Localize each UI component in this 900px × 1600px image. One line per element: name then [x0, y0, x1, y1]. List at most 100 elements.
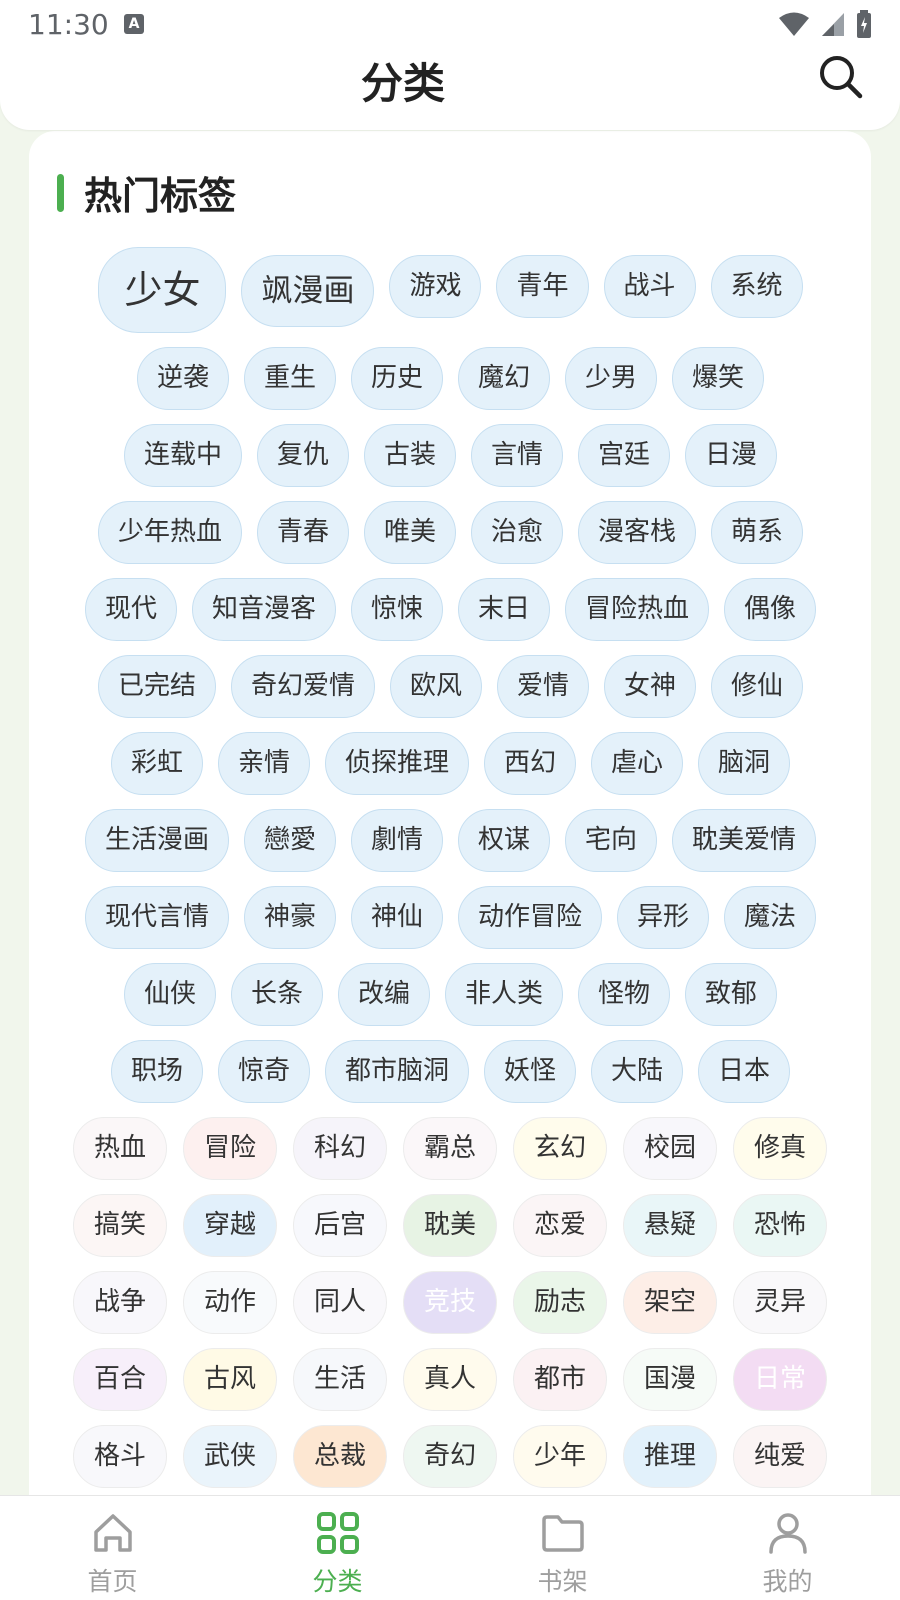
hot-tag[interactable]: 古装	[363, 424, 456, 487]
hot-tag[interactable]: 逆袭	[136, 347, 229, 410]
genre-tag[interactable]: 少年	[513, 1425, 607, 1488]
hot-tag[interactable]: 脑洞	[698, 732, 791, 795]
hot-tag[interactable]: 神仙	[350, 886, 443, 949]
hot-tag[interactable]: 生活漫画	[84, 809, 229, 872]
tab-user[interactable]: 我的	[675, 1496, 900, 1600]
genre-tag[interactable]: 推理	[623, 1425, 717, 1488]
hot-tag[interactable]: 飒漫画	[241, 255, 375, 327]
hot-tag[interactable]: 重生	[243, 347, 336, 410]
hot-tag[interactable]: 历史	[350, 347, 443, 410]
genre-tag[interactable]: 穿越	[183, 1194, 277, 1257]
genre-tag[interactable]: 国漫	[623, 1348, 717, 1411]
genre-tag[interactable]: 励志	[513, 1271, 607, 1334]
genre-tag[interactable]: 同人	[293, 1271, 387, 1334]
hot-tag[interactable]: 日漫	[685, 424, 778, 487]
genre-tag[interactable]: 玄幻	[513, 1117, 607, 1180]
tab-folder[interactable]: 书架	[450, 1496, 675, 1600]
genre-tag[interactable]: 灵异	[733, 1271, 827, 1334]
genre-tag[interactable]: 竞技	[403, 1271, 497, 1334]
hot-tag[interactable]: 耽美爱情	[672, 809, 817, 872]
hot-tag[interactable]: 怪物	[578, 963, 671, 1026]
genre-tag[interactable]: 总裁	[293, 1425, 387, 1488]
hot-tag[interactable]: 魔法	[724, 886, 817, 949]
hot-tag[interactable]: 宅向	[565, 809, 658, 872]
hot-tag[interactable]: 权谋	[458, 809, 551, 872]
hot-tag[interactable]: 动作冒险	[458, 886, 603, 949]
hot-tag[interactable]: 日本	[698, 1040, 791, 1103]
genre-tag[interactable]: 格斗	[73, 1425, 167, 1488]
hot-tag[interactable]: 惊悚	[350, 578, 443, 641]
hot-tag[interactable]: 复仇	[256, 424, 349, 487]
hot-tag[interactable]: 战斗	[603, 255, 696, 318]
hot-tag[interactable]: 魔幻	[458, 347, 551, 410]
genre-tag[interactable]: 悬疑	[623, 1194, 717, 1257]
hot-tag[interactable]: 仙侠	[123, 963, 216, 1026]
hot-tag[interactable]: 长条	[230, 963, 323, 1026]
genre-tag[interactable]: 生活	[293, 1348, 387, 1411]
genre-tag[interactable]: 百合	[73, 1348, 167, 1411]
tab-grid[interactable]: 分类	[225, 1496, 450, 1600]
hot-tag[interactable]: 偶像	[724, 578, 817, 641]
hot-tag[interactable]: 修仙	[711, 655, 804, 718]
hot-tag[interactable]: 少男	[565, 347, 658, 410]
search-button[interactable]	[816, 52, 866, 102]
genre-tag[interactable]: 动作	[183, 1271, 277, 1334]
hot-tag[interactable]: 现代言情	[84, 886, 229, 949]
hot-tag[interactable]: 少女	[98, 247, 227, 333]
hot-tag[interactable]: 治愈	[471, 501, 564, 564]
hot-tag[interactable]: 冒险热血	[565, 578, 710, 641]
hot-tag[interactable]: 少年热血	[97, 501, 242, 564]
hot-tag[interactable]: 非人类	[445, 963, 564, 1026]
hot-tag[interactable]: 大陆	[591, 1040, 684, 1103]
hot-tag[interactable]: 漫客栈	[578, 501, 697, 564]
hot-tag[interactable]: 系统	[710, 255, 803, 318]
genre-tag[interactable]: 科幻	[293, 1117, 387, 1180]
genre-tag[interactable]: 恐怖	[733, 1194, 827, 1257]
genre-tag[interactable]: 热血	[73, 1117, 167, 1180]
genre-tag[interactable]: 真人	[403, 1348, 497, 1411]
hot-tag[interactable]: 连载中	[123, 424, 242, 487]
genre-tag[interactable]: 奇幻	[403, 1425, 497, 1488]
hot-tag[interactable]: 已完结	[97, 655, 216, 718]
hot-tag[interactable]: 侦探推理	[324, 732, 469, 795]
genre-tag[interactable]: 霸总	[403, 1117, 497, 1180]
genre-tag[interactable]: 修真	[733, 1117, 827, 1180]
genre-tag[interactable]: 都市	[513, 1348, 607, 1411]
genre-tag[interactable]: 架空	[623, 1271, 717, 1334]
hot-tag[interactable]: 神豪	[243, 886, 336, 949]
genre-tag[interactable]: 日常	[733, 1348, 827, 1411]
hot-tag[interactable]: 宫廷	[578, 424, 671, 487]
genre-tag[interactable]: 搞笑	[73, 1194, 167, 1257]
genre-tag[interactable]: 战争	[73, 1271, 167, 1334]
genre-tag[interactable]: 纯爱	[733, 1425, 827, 1488]
hot-tag[interactable]: 知音漫客	[191, 578, 336, 641]
hot-tag[interactable]: 爆笑	[672, 347, 765, 410]
genre-tag[interactable]: 古风	[183, 1348, 277, 1411]
hot-tag[interactable]: 萌系	[711, 501, 804, 564]
hot-tag[interactable]: 劇情	[350, 809, 443, 872]
hot-tag[interactable]: 青春	[256, 501, 349, 564]
hot-tag[interactable]: 异形	[617, 886, 710, 949]
hot-tag[interactable]: 现代	[84, 578, 177, 641]
hot-tag[interactable]: 职场	[110, 1040, 203, 1103]
hot-tag[interactable]: 改编	[337, 963, 430, 1026]
hot-tag[interactable]: 致郁	[685, 963, 778, 1026]
hot-tag[interactable]: 游戏	[389, 255, 482, 318]
hot-tag[interactable]: 戀愛	[243, 809, 336, 872]
hot-tag[interactable]: 惊奇	[217, 1040, 310, 1103]
hot-tag[interactable]: 末日	[458, 578, 551, 641]
tab-home[interactable]: 首页	[0, 1496, 225, 1600]
genre-tag[interactable]: 耽美	[403, 1194, 497, 1257]
genre-tag[interactable]: 校园	[623, 1117, 717, 1180]
hot-tag[interactable]: 虐心	[591, 732, 684, 795]
hot-tag[interactable]: 欧风	[389, 655, 482, 718]
hot-tag[interactable]: 爱情	[497, 655, 590, 718]
hot-tag[interactable]: 女神	[604, 655, 697, 718]
hot-tag[interactable]: 都市脑洞	[324, 1040, 469, 1103]
hot-tag[interactable]: 亲情	[217, 732, 310, 795]
hot-tag[interactable]: 妖怪	[484, 1040, 577, 1103]
hot-tag[interactable]: 彩虹	[110, 732, 203, 795]
hot-tag[interactable]: 唯美	[363, 501, 456, 564]
hot-tag[interactable]: 西幻	[484, 732, 577, 795]
hot-tag[interactable]: 奇幻爱情	[230, 655, 375, 718]
